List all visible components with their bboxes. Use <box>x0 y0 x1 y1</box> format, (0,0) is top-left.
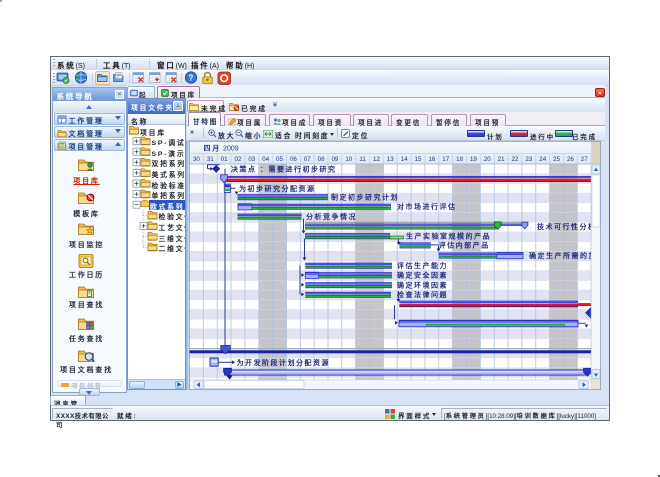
svg-text:确定生产所需的加工: 确定生产所需的加工 <box>529 251 601 260</box>
svg-text:03: 03 <box>248 156 255 163</box>
svg-text:13: 13 <box>387 156 394 163</box>
svg-text:15: 15 <box>415 156 422 163</box>
svg-text:27: 27 <box>581 156 588 163</box>
svg-text:24: 24 <box>539 156 546 163</box>
svg-text:25: 25 <box>553 156 560 163</box>
svg-text:31: 31 <box>207 156 214 163</box>
svg-text:26: 26 <box>567 156 574 163</box>
svg-text:10: 10 <box>345 156 352 163</box>
svg-text:制定初步研究计划: 制定初步研究计划 <box>331 193 399 202</box>
svg-text:01: 01 <box>221 156 228 163</box>
svg-text:技术可行性分析: 技术可行性分析 <box>537 222 597 231</box>
svg-text:20: 20 <box>484 156 491 163</box>
svg-text:04: 04 <box>262 156 269 163</box>
svg-text:12: 12 <box>373 156 380 163</box>
svg-text:05: 05 <box>276 156 283 163</box>
svg-text:07: 07 <box>304 156 311 163</box>
svg-text:02: 02 <box>235 156 242 163</box>
svg-text:评估生产能力: 评估生产能力 <box>397 261 448 270</box>
svg-text:18: 18 <box>456 156 463 163</box>
svg-text:生产实验室规模的产品: 生产实验室规模的产品 <box>406 232 491 241</box>
svg-text:23: 23 <box>525 156 532 163</box>
svg-text:09: 09 <box>331 156 338 163</box>
svg-text:确定环境因素: 确定环境因素 <box>397 281 448 290</box>
svg-text:?: ? <box>189 73 194 82</box>
svg-text:四月 2009: 四月 2009 <box>204 145 239 153</box>
svg-text:19: 19 <box>470 156 477 163</box>
svg-text:分析竞争情况: 分析竞争情况 <box>306 212 357 221</box>
svg-text:为开发阶段计划分配资源: 为开发阶段计划分配资源 <box>237 358 331 367</box>
svg-text:评估内部产品: 评估内部产品 <box>439 241 490 250</box>
svg-text:确定安全因素: 确定安全因素 <box>397 271 448 280</box>
svg-text:14: 14 <box>401 156 408 163</box>
svg-text:为初步研究分配资源: 为初步研究分配资源 <box>239 184 316 193</box>
svg-text:06: 06 <box>290 156 297 163</box>
svg-text:17: 17 <box>442 156 449 163</box>
svg-text:11: 11 <box>359 156 366 163</box>
svg-text:检查法律问题: 检查法律问题 <box>397 290 448 299</box>
svg-text:决策点 ：需要进行初步研究: 决策点 ：需要进行初步研究 <box>231 164 336 173</box>
svg-text:30: 30 <box>193 156 200 163</box>
svg-text:22: 22 <box>512 156 519 163</box>
svg-text:对市场进行评估: 对市场进行评估 <box>397 202 457 211</box>
svg-text:21: 21 <box>498 156 505 163</box>
svg-text:16: 16 <box>428 156 435 163</box>
svg-text:08: 08 <box>318 156 325 163</box>
